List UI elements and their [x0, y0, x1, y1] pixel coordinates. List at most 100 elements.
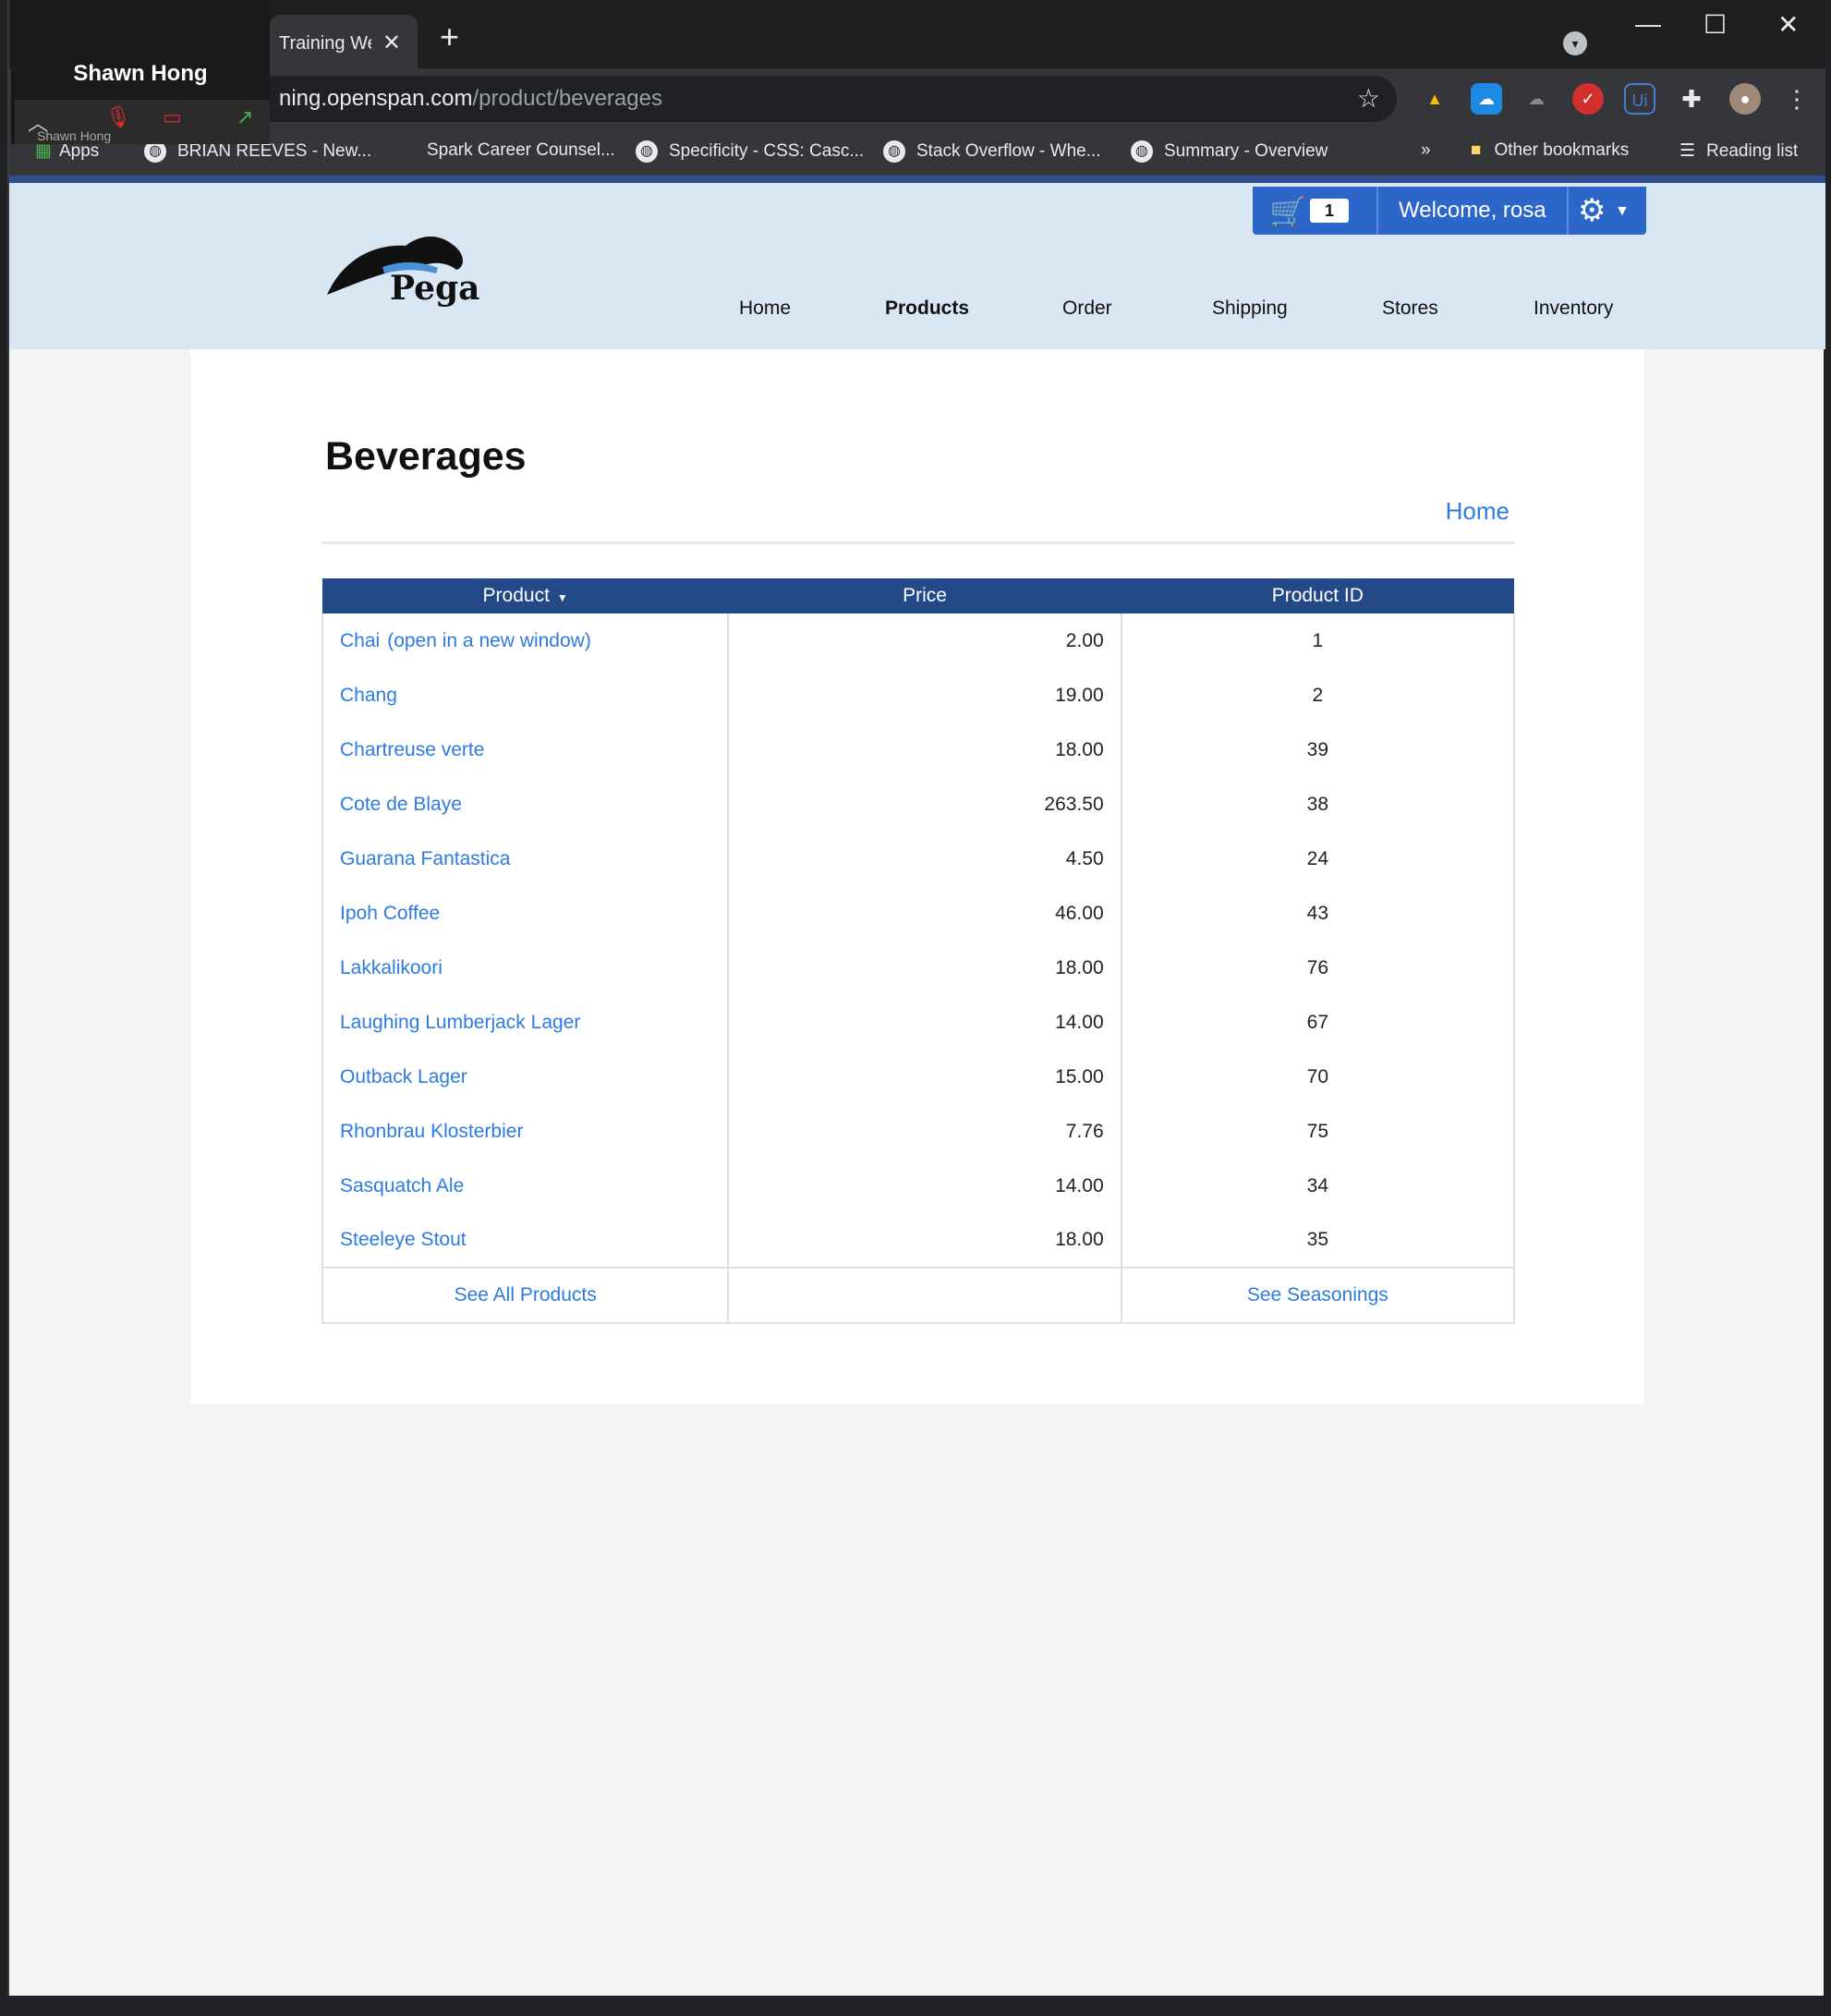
maximize-button[interactable]: ☐	[1704, 9, 1727, 40]
utility-bar: 🛒 1 Welcome, rosa ⚙ ▼	[1253, 187, 1646, 235]
cart-count-badge: 1	[1310, 199, 1349, 223]
product-link[interactable]: Outback Lager	[321, 1050, 730, 1104]
zoom-video-overlay: Shawn Hong ︿ 🎙 ▭ ↗ Shawn Hong	[11, 0, 270, 144]
minimize-button[interactable]: —	[1635, 9, 1661, 39]
share-icon[interactable]: ↗	[236, 105, 253, 129]
bookmark-item[interactable]: Spark Career Counsel...	[427, 140, 615, 161]
price-cell: 263.50	[727, 777, 1122, 832]
nav-inventory[interactable]: Inventory	[1534, 298, 1613, 320]
table-row: Laughing Lumberjack Lager 14.00 67	[321, 995, 1516, 1050]
profile-avatar[interactable]: ●	[1729, 83, 1761, 115]
bookmark-item[interactable]: ◍ Summary - Overview	[1131, 140, 1328, 163]
close-window-button[interactable]: ✕	[1777, 9, 1799, 40]
browser-window: Training We ✕ + ▾ — ☐ ✕ ning.openspan.co…	[7, 0, 1825, 1996]
table-row: Chang 19.00 2	[321, 668, 1516, 723]
price-cell: 18.00	[727, 941, 1122, 995]
apps-grid-icon: ▦	[35, 141, 52, 161]
price-cell: 14.00	[727, 995, 1122, 1050]
column-header-product-id[interactable]: Product ID	[1121, 578, 1514, 613]
onedrive-icon[interactable]: ☁	[1521, 83, 1552, 115]
product-name: Lakkalikoori	[340, 956, 443, 978]
product-name: Laughing Lumberjack Lager	[340, 1011, 581, 1033]
globe-icon: ◍	[636, 140, 658, 163]
uipath-icon[interactable]: Ui	[1624, 83, 1655, 115]
browser-menu-icon[interactable]: ⋮	[1781, 83, 1813, 115]
tab-close-icon[interactable]: ✕	[382, 30, 401, 56]
url-host: ning.openspan.com	[279, 86, 473, 111]
product-link[interactable]: Sasquatch Ale	[321, 1159, 730, 1213]
column-header-product[interactable]: Product ▼	[322, 578, 729, 613]
globe-icon: ◍	[883, 140, 905, 163]
price-cell: 18.00	[727, 723, 1122, 777]
product-id-cell: 35	[1120, 1213, 1516, 1268]
product-link[interactable]: Cote de Blaye	[321, 777, 730, 832]
product-id-cell: 76	[1120, 941, 1516, 995]
tab-search-icon[interactable]: ▾	[1563, 31, 1587, 55]
nav-stores[interactable]: Stores	[1382, 298, 1438, 320]
icloud-icon[interactable]: ☁	[1471, 83, 1502, 115]
see-seasonings-link[interactable]: See Seasonings	[1120, 1267, 1516, 1324]
product-link[interactable]: Chang	[321, 668, 730, 723]
address-bar[interactable]: ning.openspan.com/product/beverages ☆	[231, 76, 1397, 122]
bookmark-reading-list[interactable]: ☰ Reading list	[1679, 140, 1798, 162]
product-name: Steeleye Stout	[340, 1229, 467, 1250]
gear-icon[interactable]: ⚙	[1578, 192, 1606, 229]
welcome-user[interactable]: Welcome, rosa	[1376, 187, 1569, 235]
product-link[interactable]: Laughing Lumberjack Lager	[321, 995, 730, 1050]
product-link[interactable]: Steeleye Stout	[321, 1213, 730, 1268]
product-link[interactable]: Lakkalikoori	[321, 941, 730, 995]
product-name: Ipoh Coffee	[340, 902, 441, 924]
reading-list-icon: ☰	[1679, 141, 1696, 161]
nav-order[interactable]: Order	[1062, 298, 1112, 320]
product-link[interactable]: Guarana Fantastica	[321, 832, 730, 886]
table-row: Cote de Blaye 263.50 38	[321, 777, 1516, 832]
product-id-cell: 38	[1120, 777, 1516, 832]
product-link[interactable]: Ipoh Coffee	[321, 886, 730, 941]
product-id-cell: 43	[1120, 886, 1516, 941]
mute-icon[interactable]: 🎙	[105, 105, 131, 129]
new-tab-button[interactable]: +	[440, 20, 459, 54]
product-id-cell: 67	[1120, 995, 1516, 1050]
new-window-note: (open in a new window)	[387, 629, 591, 651]
bookmark-other[interactable]: ■ Other bookmarks	[1471, 140, 1629, 161]
site-header: Pega 🛒 1 Welcome, rosa ⚙ ▼ Home Products…	[9, 183, 1825, 349]
bookmark-star-icon[interactable]: ☆	[1357, 76, 1380, 122]
product-link[interactable]: Chartreuse verte	[321, 723, 730, 777]
browser-tab[interactable]: Training We ✕	[270, 15, 418, 68]
page-title: Beverages	[325, 434, 527, 479]
url-path: /product/beverages	[472, 86, 662, 111]
product-name: Chartreuse verte	[340, 738, 485, 760]
nav-shipping[interactable]: Shipping	[1212, 298, 1288, 320]
home-link[interactable]: Home	[1446, 497, 1510, 526]
table-row: Chai (open in a new window) 2.00 1	[321, 613, 1516, 668]
price-cell: 15.00	[727, 1050, 1122, 1104]
cart-icon[interactable]: 🛒	[1269, 194, 1306, 229]
product-name: Chai	[340, 629, 381, 651]
nav-products[interactable]: Products	[885, 298, 969, 320]
nav-home[interactable]: Home	[739, 298, 791, 320]
extensions-puzzle-icon[interactable]: ✚	[1676, 83, 1707, 115]
product-name: Rhonbrau Klosterbier	[340, 1120, 524, 1142]
price-cell: 7.76	[727, 1104, 1122, 1159]
tab-bar: Training We ✕ + ▾ — ☐ ✕	[9, 0, 1825, 68]
column-header-price[interactable]: Price	[728, 578, 1122, 613]
price-cell: 19.00	[727, 668, 1122, 723]
bookmarks-overflow-button[interactable]: »	[1421, 140, 1431, 161]
product-link[interactable]: Chai (open in a new window)	[321, 613, 730, 668]
product-id-cell: 39	[1120, 723, 1516, 777]
bookmark-item[interactable]: ◍ Stack Overflow - Whe...	[883, 140, 1101, 163]
product-link[interactable]: Rhonbrau Klosterbier	[321, 1104, 730, 1159]
mcafee-icon[interactable]: ✓	[1572, 83, 1604, 115]
sort-caret-icon: ▼	[556, 591, 568, 604]
see-all-products-link[interactable]: See All Products	[321, 1267, 730, 1324]
logo-text: Pega	[390, 269, 480, 308]
table-row: Sasquatch Ale 14.00 34	[321, 1159, 1516, 1213]
caret-down-icon[interactable]: ▼	[1615, 203, 1630, 220]
product-id-cell: 70	[1120, 1050, 1516, 1104]
bookmark-item[interactable]: ◍ Specificity - CSS: Casc...	[636, 140, 864, 163]
google-drive-icon[interactable]: ▲	[1419, 83, 1450, 115]
video-off-icon[interactable]: ▭	[163, 105, 182, 129]
product-name: Guarana Fantastica	[340, 847, 511, 869]
pega-logo[interactable]: Pega	[318, 225, 493, 309]
address-toolbar: ning.openspan.com/product/beverages ☆ ▲ …	[9, 68, 1825, 129]
